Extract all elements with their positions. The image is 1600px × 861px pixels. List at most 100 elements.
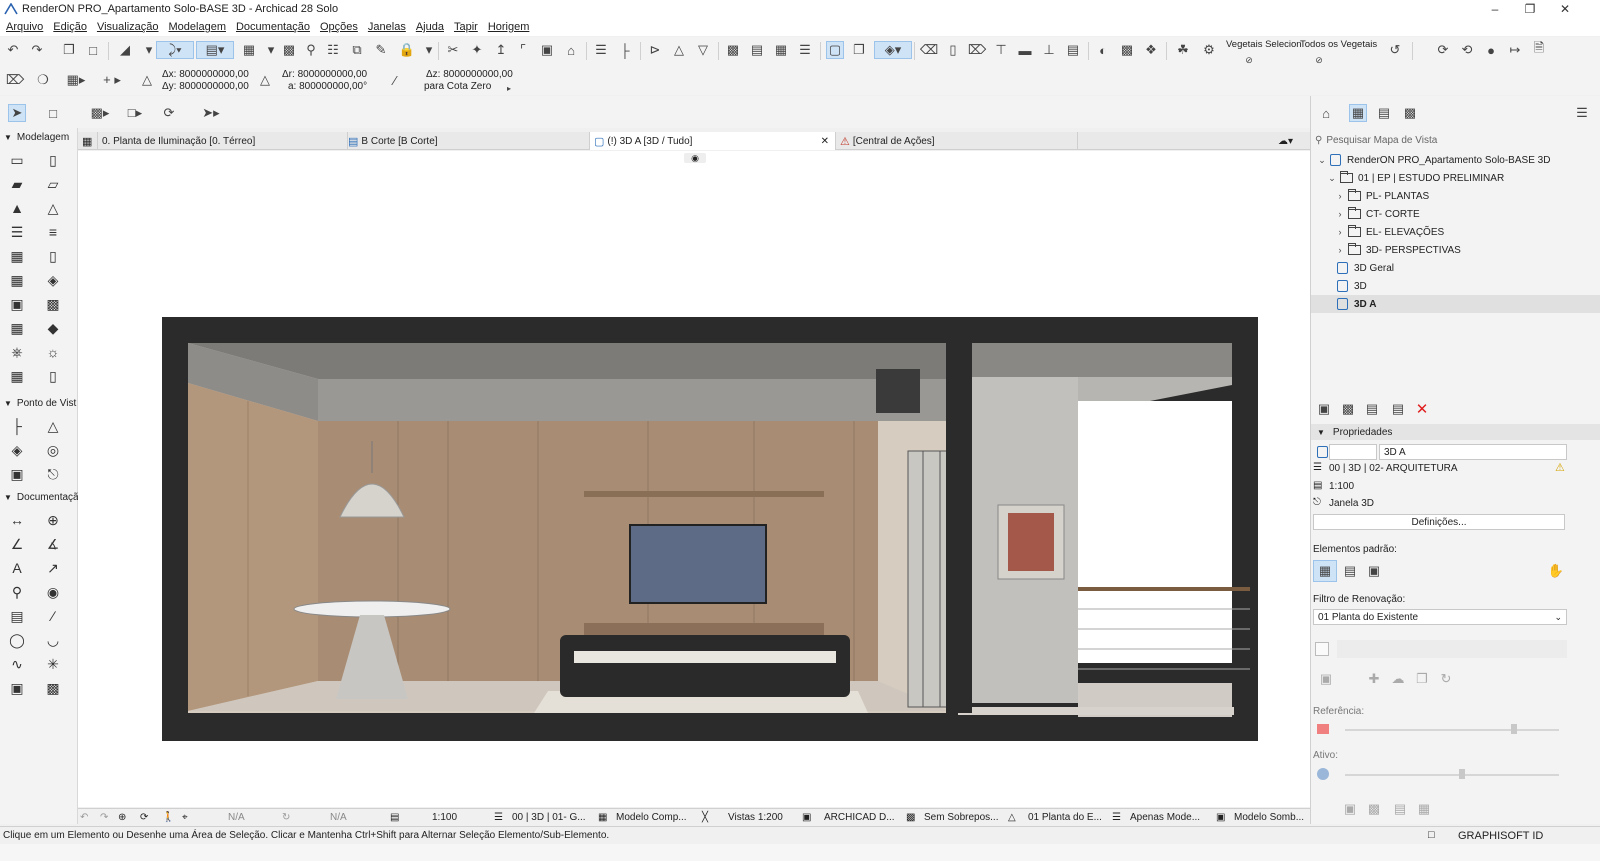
slab-tool-icon[interactable]: ▱ — [42, 174, 64, 194]
delete-icon[interactable]: ✕ — [1413, 400, 1431, 418]
document-icon[interactable]: 🗎 — [1530, 40, 1548, 59]
table-icon[interactable]: ▦ — [772, 41, 790, 59]
annotation-elements-icon[interactable]: ▣ — [1365, 562, 1383, 580]
transfer-icon[interactable]: ▣ — [1317, 670, 1335, 688]
marquee-tool-icon[interactable]: □ — [44, 104, 62, 122]
angle-dimension-tool-icon[interactable]: ∡ — [42, 534, 64, 554]
text-tool-icon[interactable]: A — [6, 558, 28, 578]
toolbox-section-documentacao[interactable]: ▼ Documentaçã — [0, 490, 79, 504]
menu-janelas[interactable]: Janelas — [368, 21, 406, 33]
panel-tool-icon[interactable]: ▯ — [42, 366, 64, 386]
list-icon[interactable]: ☰ — [796, 41, 814, 59]
drawing-tool-icon[interactable]: ▩ — [42, 678, 64, 698]
delta-y-value[interactable]: Δy: 8000000000,00 — [162, 81, 249, 92]
active-color-icon[interactable] — [1317, 768, 1329, 780]
roof-icon[interactable]: ⌂ — [562, 41, 580, 59]
model-elements-icon[interactable]: ▦ — [1313, 560, 1337, 582]
walk-icon[interactable]: 🚶 — [162, 809, 174, 825]
lock-icon[interactable]: 🔒 — [398, 41, 416, 59]
materials-icon[interactable]: ▩ — [1118, 41, 1136, 59]
shading-dropdown[interactable]: Modelo Somb... — [1234, 809, 1304, 825]
orbit-icon[interactable]: ⟳ — [140, 809, 148, 825]
tree-item-perspectivas[interactable]: › 3D- PERSPECTIVAS — [1311, 241, 1600, 259]
detail-tool-icon[interactable]: ▣ — [6, 464, 28, 484]
arrange-icon[interactable]: ⊳ — [646, 41, 664, 59]
vegetation-settings-icon[interactable]: ⚙ — [1200, 41, 1218, 59]
view-tool-icon[interactable]: ▤ — [1391, 800, 1409, 818]
marquee-method-icon[interactable]: □▸ — [120, 104, 150, 122]
close-icon[interactable]: ✕ — [1550, 0, 1580, 18]
3d-mode-button[interactable]: ◈▾ — [874, 41, 912, 59]
add-icon[interactable]: ✚ — [1365, 670, 1383, 688]
tab-options-dropdown[interactable]: ☁▾ — [1274, 132, 1310, 150]
view-tool-icon[interactable]: ▦ — [1415, 800, 1433, 818]
active-slider[interactable] — [1345, 774, 1559, 776]
minimize-icon[interactable]: – — [1480, 0, 1510, 18]
grid-icon[interactable]: ▦ — [240, 41, 258, 59]
wall-tool-icon[interactable]: ▭ — [6, 150, 28, 170]
selection-method-icon[interactable]: ▩▸ — [86, 104, 114, 122]
message-icon[interactable]: □ — [1428, 829, 1435, 841]
dimension-tool-icon[interactable]: ↔ — [6, 510, 28, 530]
view-name-field[interactable]: 3D A — [1379, 444, 1567, 460]
view-settings-icon[interactable]: ▤ — [1389, 400, 1407, 418]
layers-icon[interactable]: ☰ — [592, 41, 610, 59]
tree-item-3d[interactable]: 3D — [1311, 277, 1600, 295]
project-map-icon[interactable]: ⌂ — [1317, 104, 1335, 122]
align-right-icon[interactable]: ⌦ — [968, 41, 986, 59]
roof-tool-icon[interactable]: ▲ — [6, 198, 28, 218]
menu-ajuda[interactable]: Ajuda — [416, 21, 444, 33]
rotate-icon[interactable]: ↻ — [282, 809, 290, 825]
close-tab-icon[interactable]: ✕ — [821, 136, 829, 147]
suspend-groups-icon[interactable]: ⚲ — [302, 41, 320, 59]
curtain-wall-tool-icon[interactable]: ▦ — [6, 246, 28, 266]
column-tool-icon[interactable]: ▯ — [42, 150, 64, 170]
tab-planta-iluminacao[interactable]: 0. Planta de Iluminação [0. Térreo] — [98, 132, 348, 150]
tab-central-acoes[interactable]: ⚠ [Central de Ações] — [836, 132, 1078, 150]
group-icon[interactable]: ▩ — [280, 41, 298, 59]
cota-zero-dropdown[interactable]: para Cota Zero — [424, 81, 491, 92]
figure-tool-icon[interactable]: ▣ — [6, 678, 28, 698]
tree-item-plantas[interactable]: › PL- PLANTAS — [1311, 187, 1600, 205]
cube-icon[interactable]: ❐ — [850, 41, 868, 59]
stair-tool-icon[interactable]: ☰ — [6, 222, 28, 242]
chevron-right-icon[interactable]: ▸ — [500, 79, 518, 97]
na-value-2[interactable]: N/A — [330, 809, 347, 825]
na-value-1[interactable]: N/A — [228, 809, 245, 825]
tab-b-corte[interactable]: ▤ B Corte [B Corte] — [344, 132, 590, 150]
properties-header[interactable]: ▼ Propriedades — [1311, 424, 1600, 440]
corner-icon[interactable]: ⌜ — [514, 41, 532, 59]
skylight-tool-icon[interactable]: ◈ — [42, 270, 64, 290]
menu-opcoes[interactable]: Opções — [320, 21, 358, 33]
layer-combination-dropdown[interactable]: 00 | 3D | 01- G... — [512, 809, 586, 825]
chart-icon[interactable]: ▤ — [748, 41, 766, 59]
reference-slider-thumb[interactable] — [1511, 724, 1517, 734]
vegetais-selecionados-button[interactable]: Vegetais Selecion — [1226, 39, 1302, 50]
cube-tool-icon[interactable]: ▦ — [6, 366, 28, 386]
renovation-filter-select[interactable]: 01 Planta do Existente ⌄ — [1313, 609, 1567, 625]
slope-icon[interactable]: ∕ — [386, 71, 404, 89]
refresh-disabled-icon[interactable]: ↺ — [1386, 41, 1404, 59]
circle-tool-icon[interactable]: ◯ — [6, 630, 28, 650]
lamp-tool-icon[interactable]: ☼ — [42, 342, 64, 362]
menu-tapir[interactable]: Tapir — [454, 21, 478, 33]
renovation-dropdown[interactable]: 01 Planta do E... — [1028, 809, 1102, 825]
view-map-icon[interactable]: ▦ — [1349, 104, 1367, 122]
sync-icon[interactable]: ⟳ — [1434, 41, 1452, 59]
layout-book-icon[interactable]: ▤ — [1375, 104, 1393, 122]
interior-elevation-tool-icon[interactable]: ◈ — [6, 440, 28, 460]
arc-tool-icon[interactable]: ◡ — [42, 630, 64, 650]
view-id-field[interactable] — [1329, 444, 1377, 460]
morph-tool-icon[interactable]: ◆ — [42, 318, 64, 338]
view-tool-icon[interactable]: ▣ — [1341, 800, 1359, 818]
model-view-dropdown[interactable]: Modelo Comp... — [616, 809, 687, 825]
toolbox-section-ponto-de-vista[interactable]: ▼ Ponto de Vist — [0, 396, 78, 410]
align-bottom-icon[interactable]: ⊥ — [1040, 41, 1058, 59]
twinmotion-icon[interactable]: ❖ — [1142, 41, 1160, 59]
render-icon[interactable]: ◐ — [1094, 41, 1112, 59]
tree-item-estudo-preliminar[interactable]: ⌄ 01 | EP | ESTUDO PRELIMINAR — [1311, 169, 1600, 187]
tree-item-project[interactable]: ⌄ RenderON PRO_Apartamento Solo-BASE 3D — [1311, 151, 1600, 169]
elevate-icon[interactable]: ↥ — [492, 41, 510, 59]
maximize-icon[interactable]: ❐ — [1515, 0, 1545, 18]
clone-view-icon[interactable]: ▩ — [1339, 400, 1357, 418]
